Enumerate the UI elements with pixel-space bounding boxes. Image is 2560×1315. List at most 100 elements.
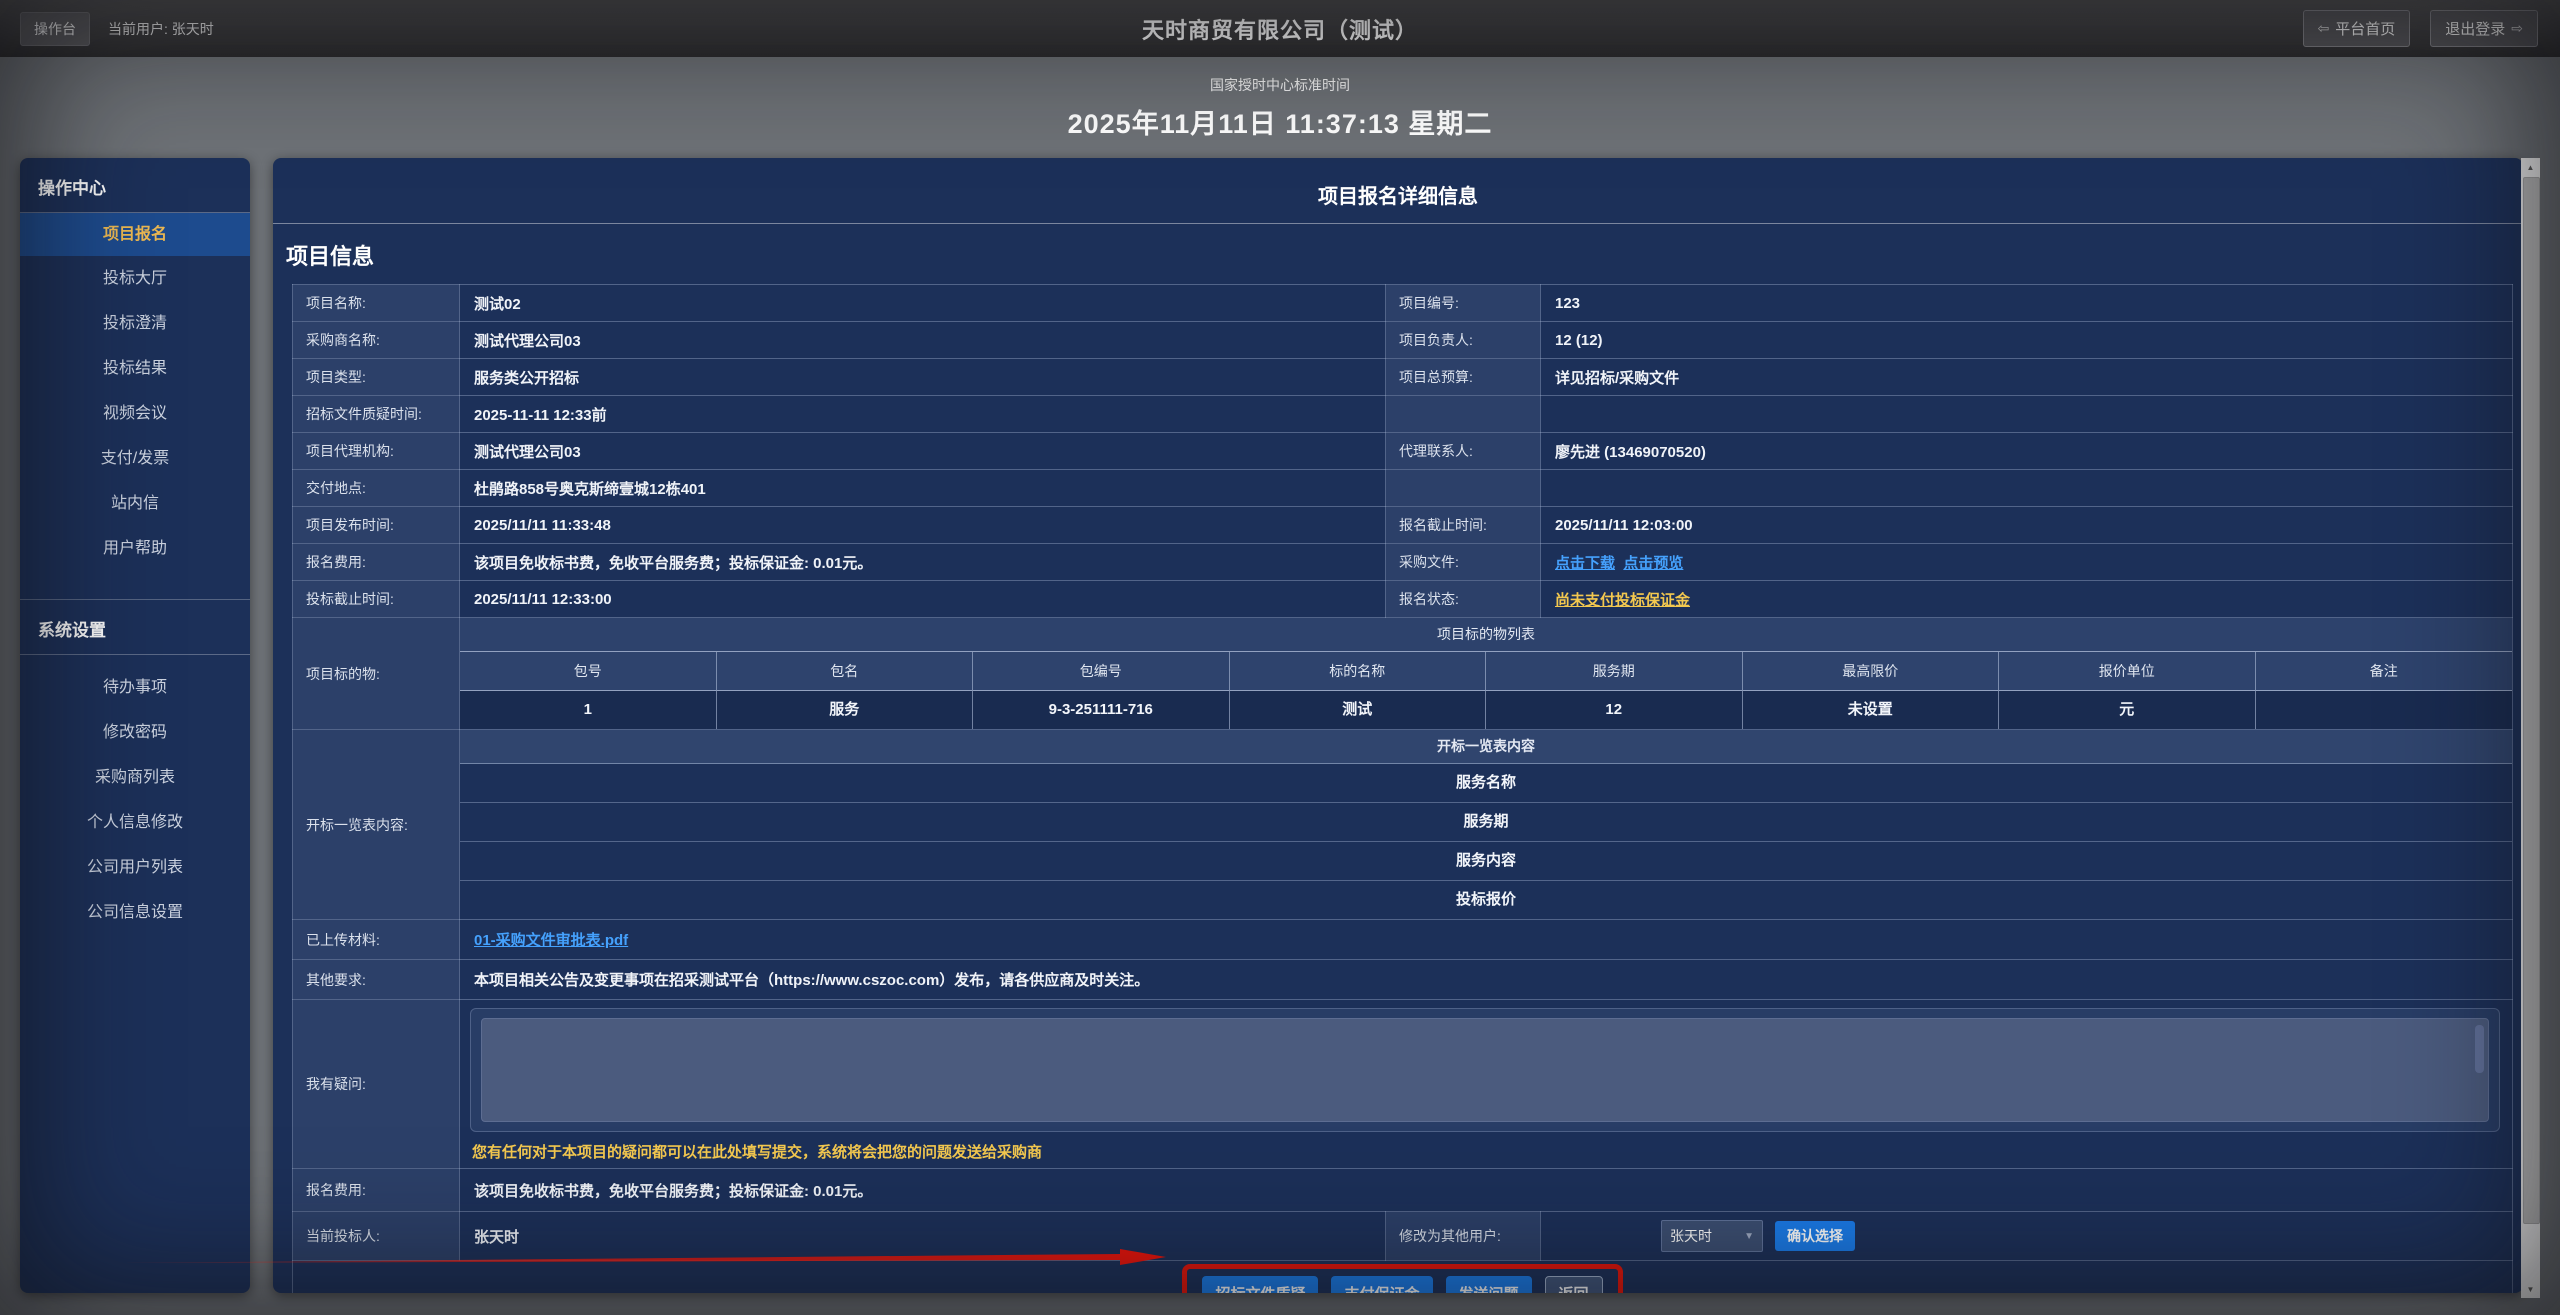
uploaded-file-link[interactable]: 01-采购文件审批表.pdf xyxy=(474,932,628,949)
scrollbar-up-icon[interactable]: ▲ xyxy=(2521,158,2540,176)
question-hint: 您有任何对于本项目的疑问都可以在此处填写提交，系统将会把您的问题发送给采购商 xyxy=(472,1141,2500,1162)
sidebar-item-todo[interactable]: 待办事项 xyxy=(20,665,250,710)
sidebar-item-purchaser-list[interactable]: 采购商列表 xyxy=(20,755,250,800)
leader-label: 项目负责人: xyxy=(1386,322,1541,359)
switch-user-cell: 张天时 ▼ 确认选择 xyxy=(1541,1212,2513,1261)
platform-home-button[interactable]: ⇦ 平台首页 xyxy=(2303,10,2411,47)
question-textarea-container xyxy=(470,1008,2500,1132)
subject-col-header: 包号 xyxy=(460,652,717,691)
send-question-button[interactable]: 发送问题 xyxy=(1446,1276,1532,1293)
subject-col-header: 包编号 xyxy=(973,652,1230,691)
sidebar-item-bid-result[interactable]: 投标结果 xyxy=(20,346,250,391)
subject-cell-price-unit: 元 xyxy=(1999,691,2256,729)
sidebar-item-change-password[interactable]: 修改密码 xyxy=(20,710,250,755)
table-row: 项目代理机构: 测试代理公司03 代理联系人: 廖先进 (13469070520… xyxy=(293,433,2513,470)
table-row: 项目名称: 测试02 项目编号: 123 xyxy=(293,285,2513,322)
home-arrow-icon: ⇦ xyxy=(2318,20,2330,37)
clock-band: 国家授时中心标准时间 2025年11月11日 11:37:13 星期二 xyxy=(0,57,2560,158)
clock-caption: 国家授时中心标准时间 xyxy=(1210,75,1350,95)
signup-status-label: 报名状态: xyxy=(1386,581,1541,618)
download-doc-link[interactable]: 点击下载 xyxy=(1555,555,1615,572)
logout-button[interactable]: 退出登录 ⇨ xyxy=(2430,10,2538,47)
topbar-right-group: ⇦ 平台首页 退出登录 ⇨ xyxy=(2303,0,2539,57)
sidebar-item-project-signup[interactable]: 项目报名 xyxy=(20,213,250,256)
back-button[interactable]: 返回 xyxy=(1545,1276,1603,1293)
subject-table-grid: 包号 包名 包编号 标的名称 服务期 最高限价 报价单位 备注 1 服务 9-3… xyxy=(460,652,2512,729)
table-row: 报名费用: 该项目免收标书费，免收平台服务费；投标保证金: 0.01元。 xyxy=(293,1169,2513,1212)
signup-deadline-value: 2025/11/11 12:03:00 xyxy=(1541,507,2513,544)
question-textarea[interactable] xyxy=(481,1018,2489,1122)
current-bidder-label: 当前投标人: xyxy=(293,1212,460,1261)
opening-table-cell: 开标一览表内容 服务名称 服务期 服务内容 投标报价 xyxy=(460,730,2513,920)
project-name-value: 测试02 xyxy=(460,285,1386,322)
opening-table-title: 开标一览表内容 xyxy=(460,730,2512,764)
empty-label-cell xyxy=(1386,396,1541,433)
empty-label-cell xyxy=(1386,470,1541,507)
section-title-project-info: 项目信息 xyxy=(286,239,2523,271)
table-row: 采购商名称: 测试代理公司03 项目负责人: 12 (12) xyxy=(293,322,2513,359)
table-row: 交付地点: 杜鹃路858号奥克斯缔壹城12栋401 xyxy=(293,470,2513,507)
current-bidder-value: 张天时 xyxy=(460,1212,1386,1261)
sidebar-section-title-operations: 操作中心 xyxy=(20,158,250,213)
sidebar-section-title-system: 系统设置 xyxy=(20,600,250,655)
publish-time-label: 项目发布时间: xyxy=(293,507,460,544)
confirm-select-button[interactable]: 确认选择 xyxy=(1775,1221,1855,1251)
sidebar-item-video-meeting[interactable]: 视频会议 xyxy=(20,391,250,436)
textarea-scrollbar-thumb[interactable] xyxy=(2475,1025,2484,1073)
sidebar-item-bid-clarify[interactable]: 投标澄清 xyxy=(20,301,250,346)
company-title: 天时商贸有限公司（测试） xyxy=(0,0,2560,57)
project-type-label: 项目类型: xyxy=(293,359,460,396)
agency-value: 测试代理公司03 xyxy=(460,433,1386,470)
sidebar-item-company-settings[interactable]: 公司信息设置 xyxy=(20,890,250,935)
opening-row-service-name: 服务名称 xyxy=(460,764,2512,803)
challenge-doc-button[interactable]: 招标文件质疑 xyxy=(1202,1276,1318,1293)
user-select-dropdown[interactable]: 张天时 ▼ xyxy=(1661,1220,1763,1252)
table-row: 报名费用: 该项目免收标书费，免收平台服务费；投标保证金: 0.01元。 采购文… xyxy=(293,544,2513,581)
agent-contact-value: 廖先进 (13469070520) xyxy=(1541,433,2513,470)
subject-table-title: 项目标的物列表 xyxy=(460,618,2512,652)
other-req-label: 其他要求: xyxy=(293,960,460,1000)
project-type-value: 服务类公开招标 xyxy=(460,359,1386,396)
subject-cell-subject-name: 测试 xyxy=(1230,691,1487,729)
doc-links-cell: 点击下载 点击预览 xyxy=(1541,544,2513,581)
platform-home-label: 平台首页 xyxy=(2335,18,2395,39)
signup-status-link[interactable]: 尚未支付投标保证金 xyxy=(1555,592,1690,609)
table-row: 已上传材料: 01-采购文件审批表.pdf xyxy=(293,920,2513,960)
opening-label: 开标一览表内容: xyxy=(293,730,460,920)
sidebar-item-profile-edit[interactable]: 个人信息修改 xyxy=(20,800,250,845)
sidebar-item-bid-hall[interactable]: 投标大厅 xyxy=(20,256,250,301)
purchaser-label: 采购商名称: xyxy=(293,322,460,359)
table-row: 其他要求: 本项目相关公告及变更事项在招采测试平台（https://www.cs… xyxy=(293,960,2513,1000)
preview-doc-link[interactable]: 点击预览 xyxy=(1623,555,1683,572)
project-no-value: 123 xyxy=(1541,285,2513,322)
question-cell: 您有任何对于本项目的疑问都可以在此处填写提交，系统将会把您的问题发送给采购商 xyxy=(460,1000,2513,1169)
pay-deposit-button[interactable]: 支付保证金 xyxy=(1331,1276,1432,1293)
subject-cell-service-term: 12 xyxy=(1486,691,1743,729)
question-row: 我有疑问: 您有任何对于本项目的疑问都可以在此处填写提交，系统将会把您的问题发送… xyxy=(293,1000,2513,1169)
scrollbar-down-icon[interactable]: ▼ xyxy=(2521,1280,2540,1298)
scrollbar-thumb[interactable] xyxy=(2523,177,2540,1224)
subject-cell-pkg-no: 1 xyxy=(460,691,717,729)
question-area: 您有任何对于本项目的疑问都可以在此处填写提交，系统将会把您的问题发送给采购商 xyxy=(460,1000,2512,1168)
vertical-scrollbar[interactable]: ▲ ▼ xyxy=(2521,158,2540,1298)
table-row: 项目发布时间: 2025/11/11 11:33:48 报名截止时间: 2025… xyxy=(293,507,2513,544)
signup-fee-value: 该项目免收标书费，免收平台服务费；投标保证金: 0.01元。 xyxy=(460,544,1386,581)
subject-cell-max-price: 未设置 xyxy=(1743,691,2000,729)
opening-row-service-content: 服务内容 xyxy=(460,842,2512,881)
subject-cell-remark xyxy=(2256,691,2513,729)
sidebar-item-pay-invoice[interactable]: 支付/发票 xyxy=(20,436,250,481)
subject-table-row: 项目标的物: 项目标的物列表 包号 包名 包编号 标的名称 服务期 最高限价 报… xyxy=(293,618,2513,730)
subject-cell-pkg-code: 9-3-251111-716 xyxy=(973,691,1230,729)
sidebar-item-company-users[interactable]: 公司用户列表 xyxy=(20,845,250,890)
bidder-row: 当前投标人: 张天时 修改为其他用户: 张天时 ▼ 确认选择 xyxy=(293,1212,2513,1261)
fee2-value: 该项目免收标书费，免收平台服务费；投标保证金: 0.01元。 xyxy=(460,1169,2513,1212)
subject-col-header: 报价单位 xyxy=(1999,652,2256,691)
sidebar-item-user-help[interactable]: 用户帮助 xyxy=(20,526,250,571)
sidebar-item-site-message[interactable]: 站内信 xyxy=(20,481,250,526)
top-bar: 操作台 当前用户: 张天时 天时商贸有限公司（测试） ⇦ 平台首页 退出登录 ⇨ xyxy=(0,0,2560,57)
empty-value-cell xyxy=(1541,470,2513,507)
project-name-label: 项目名称: xyxy=(293,285,460,322)
user-select-value: 张天时 xyxy=(1670,1226,1712,1246)
publish-time-value: 2025/11/11 11:33:48 xyxy=(460,507,1386,544)
clock-datetime: 2025年11月11日 11:37:13 星期二 xyxy=(1068,102,1493,141)
